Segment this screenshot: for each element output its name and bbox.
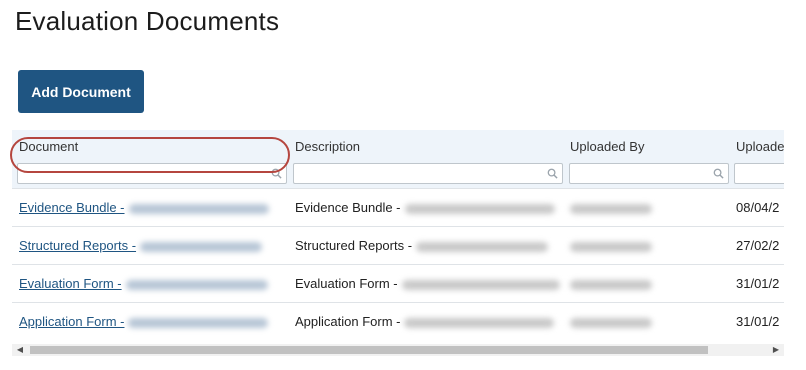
add-document-button[interactable]: Add Document <box>18 70 144 113</box>
column-header-document[interactable]: Document <box>19 139 78 154</box>
uploaded-on-cell: 27/02/2 <box>736 238 780 253</box>
redacted-text <box>401 279 560 290</box>
redacted-text <box>140 241 263 252</box>
uploaded-by-cell <box>570 200 652 215</box>
column-header-uploaded-on[interactable]: Uploade <box>736 139 784 154</box>
page-title: Evaluation Documents <box>15 6 280 36</box>
description-cell: Evidence Bundle - <box>295 200 555 215</box>
description-filter-input[interactable] <box>293 163 563 184</box>
document-link[interactable]: Evaluation Form - <box>19 276 268 291</box>
uploaded-by-cell <box>570 238 652 253</box>
redacted-text <box>570 317 652 328</box>
document-link[interactable]: Application Form - <box>19 314 269 329</box>
document-filter-input[interactable] <box>17 163 287 184</box>
table-row[interactable]: Evaluation Form - Evaluation Form - 31/0… <box>12 264 784 302</box>
uploaded-on-cell: 31/01/2 <box>736 314 780 329</box>
redacted-text <box>128 317 269 328</box>
scroll-right-icon[interactable]: ▶ <box>768 344 784 356</box>
document-link[interactable]: Structured Reports - <box>19 238 263 253</box>
uploaded-on-filter-input[interactable] <box>734 163 784 184</box>
search-icon <box>547 168 558 179</box>
redacted-text <box>404 203 555 214</box>
redacted-text <box>404 317 555 328</box>
uploaded-by-cell <box>570 276 652 291</box>
grid-header: Document Description Uploaded By Uploade <box>12 130 784 188</box>
uploaded-on-cell: 31/01/2 <box>736 276 780 291</box>
redacted-text <box>125 279 268 290</box>
uploaded-by-cell <box>570 314 652 329</box>
redacted-text <box>570 279 652 290</box>
description-cell: Application Form - <box>295 314 555 329</box>
horizontal-scrollbar[interactable]: ◀ ▶ <box>12 344 784 356</box>
redacted-text <box>416 241 549 252</box>
scroll-left-icon[interactable]: ◀ <box>12 344 28 356</box>
redacted-text <box>570 203 652 214</box>
redacted-text <box>128 203 269 214</box>
redacted-text <box>570 241 652 252</box>
uploaded-on-filter-field[interactable] <box>735 164 784 183</box>
table-row[interactable]: Application Form - Application Form - 31… <box>12 302 784 340</box>
column-header-description[interactable]: Description <box>295 139 360 154</box>
uploaded-on-cell: 08/04/2 <box>736 200 780 215</box>
document-link[interactable]: Evidence Bundle - <box>19 200 269 215</box>
search-icon <box>713 168 724 179</box>
column-header-uploaded-by[interactable]: Uploaded By <box>570 139 644 154</box>
description-filter-field[interactable] <box>294 164 562 183</box>
description-cell: Structured Reports - <box>295 238 549 253</box>
uploaded-by-filter-field[interactable] <box>570 164 728 183</box>
table-row[interactable]: Evidence Bundle - Evidence Bundle - 08/0… <box>12 188 784 226</box>
description-cell: Evaluation Form - <box>295 276 560 291</box>
uploaded-by-filter-input[interactable] <box>569 163 729 184</box>
search-icon <box>271 168 282 179</box>
scrollbar-thumb[interactable] <box>30 346 708 354</box>
documents-grid: Document Description Uploaded By Uploade… <box>12 130 784 362</box>
document-filter-field[interactable] <box>18 164 286 183</box>
table-row[interactable]: Structured Reports - Structured Reports … <box>12 226 784 264</box>
